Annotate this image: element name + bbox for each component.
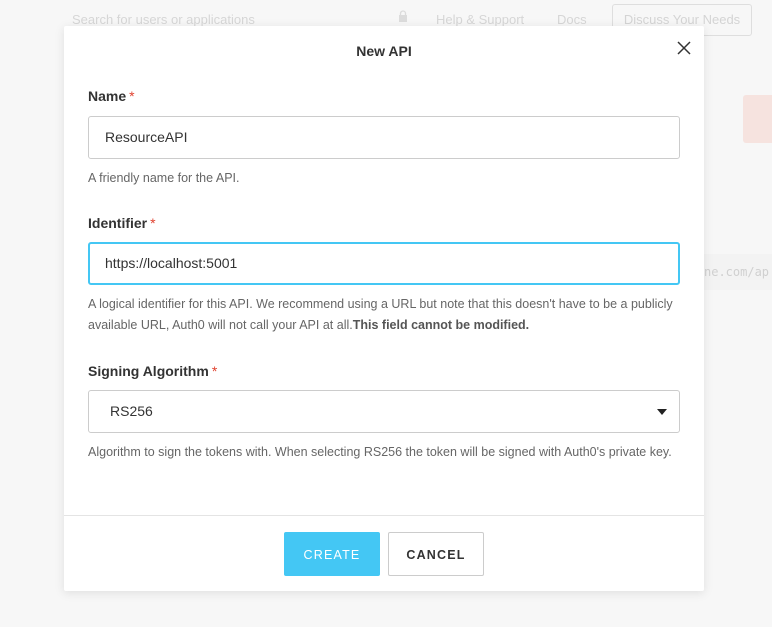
footer-divider: [64, 515, 704, 516]
name-help-text: A friendly name for the API.: [88, 171, 240, 185]
close-icon[interactable]: [676, 40, 692, 56]
required-marker: *: [129, 88, 135, 104]
name-input[interactable]: ResourceAPI: [88, 116, 680, 159]
required-marker: *: [211, 363, 218, 379]
identifier-help-bold: This field cannot be modified.: [352, 318, 530, 332]
signing-algorithm-label: Signing Algorithm *: [88, 363, 217, 379]
name-label: Name *: [88, 88, 135, 104]
background-alert-block: [743, 95, 772, 143]
dialog-title: New API: [356, 43, 412, 59]
signing-algorithm-select[interactable]: RS256: [88, 390, 680, 433]
signing-algorithm-value: RS256: [110, 403, 153, 419]
lock-icon: [399, 10, 407, 22]
background-url-hint: ne.com/ap: [704, 254, 772, 290]
identifier-input[interactable]: https://localhost:5001: [88, 242, 680, 285]
required-marker: *: [150, 215, 156, 231]
cancel-button[interactable]: CANCEL: [388, 532, 484, 576]
identifier-label: Identifier *: [88, 215, 156, 231]
identifier-help-text: A logical identifier for this API. We re…: [88, 294, 680, 336]
signing-help-text: Algorithm to sign the tokens with. When …: [88, 445, 672, 459]
background-search: Search for users or applications: [72, 12, 255, 27]
signing-label-text: Signing Algorithm: [88, 363, 209, 379]
caret-down-icon: [657, 409, 667, 415]
background-help-link: Help & Support: [436, 12, 525, 27]
identifier-label-text: Identifier: [88, 215, 148, 231]
create-button[interactable]: CREATE: [284, 532, 380, 576]
background-docs-link: Docs: [557, 12, 587, 27]
new-api-dialog: New API Name * ResourceAPI A friendly nam…: [64, 26, 704, 591]
name-label-text: Name: [88, 88, 127, 104]
